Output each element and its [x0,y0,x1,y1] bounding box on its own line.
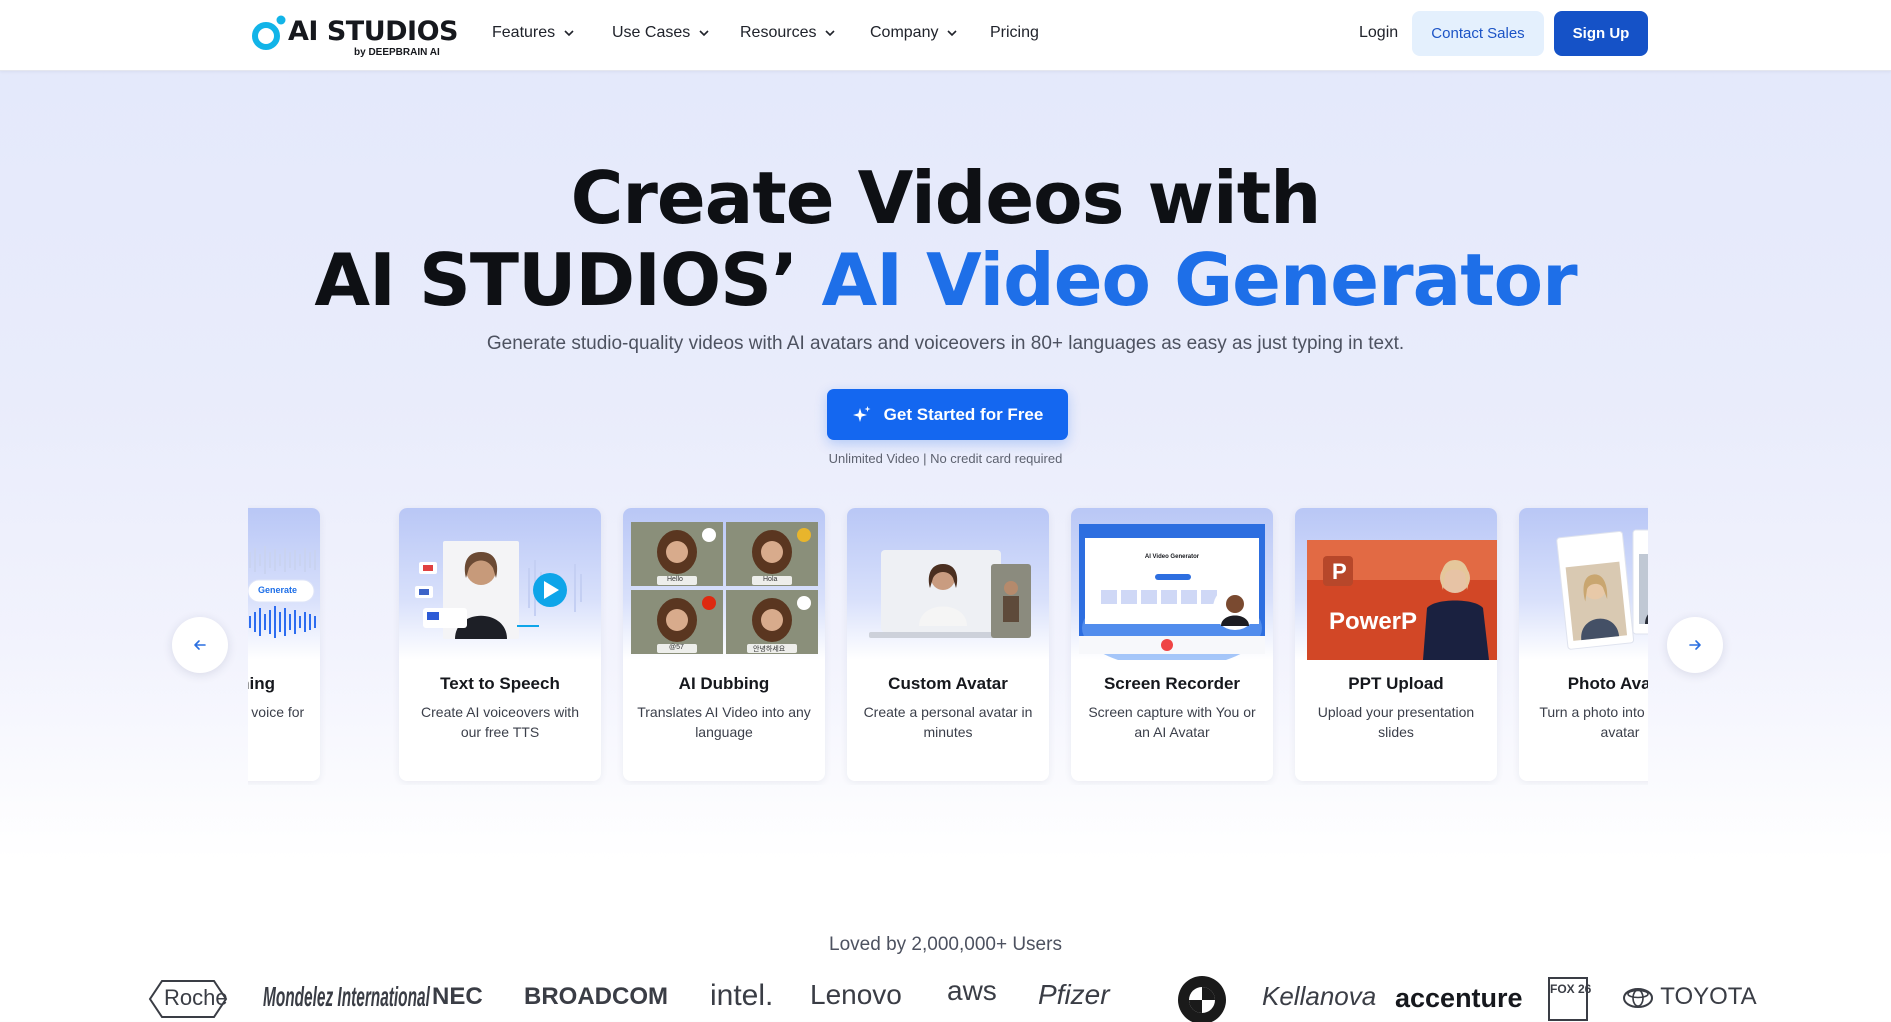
feature-carousel: Generate Voice Cloning Clone your own AI… [248,505,1648,785]
hero-title-line1: Create Videos with [570,156,1322,240]
sign-up-button[interactable]: Sign Up [1554,11,1648,56]
logo-mark-icon [252,15,286,50]
sparkle-icon [852,405,871,422]
feature-card-ai-dubbing[interactable]: Hello Hola @57 안녕하세요 AI Dubbing Translat… [623,508,825,781]
carousel-next-button[interactable] [1667,617,1723,673]
nav-item-label: Use Cases [612,24,691,41]
screen-recorder-image: AI Video Generator [1071,508,1273,668]
powerpoint-text: PowerP [1329,608,1418,635]
card-description: Screen capture with You or an AI Avatar [1088,704,1256,740]
card-title: AI Dubbing [678,674,770,693]
get-started-label: Get Started for Free [883,404,1044,424]
get-started-button[interactable]: Get Started for Free [827,389,1068,440]
nav-item-features[interactable]: Features [492,24,575,42]
card-title: Screen Recorder [1103,674,1241,693]
broadcom-logo: BROADCOM [524,983,668,1010]
ai-studios-logo[interactable]: AI STUDIOS by DEEPBRAIN AI [250,10,459,60]
nav-item-label: Company [870,24,939,41]
card-description: Translates AI Video into any language [637,704,811,740]
feature-card-text-to-speech[interactable]: Text to Speech Create AI voiceovers with… [399,508,601,781]
logo-text: AI STUDIOS [288,16,459,47]
kellanova-logo: Kellanova [1262,981,1377,1011]
card-description: Upload your presentation slides [1317,704,1475,740]
nav-item-label: Pricing [990,24,1039,41]
chevron-down-icon [564,30,574,37]
mondelez-logo: Mondelez International [263,981,430,1012]
nav-item-label: Features [492,24,556,41]
hero-subtitle: Generate studio-quality videos with AI a… [486,333,1405,354]
screen-recorder-heading-text: AI Video Generator [1144,554,1200,560]
card-description: Create a personal avatar in minutes [863,704,1033,740]
card-title: Custom Avatar [888,674,1008,693]
feature-card-screen-recorder[interactable]: AI Video Generator Screen Recorder Scree… [1071,508,1273,781]
hero-title-line2: AI STUDIOS’ AI Video Generator [0,238,1891,322]
hero-title-accent: AI Video Generator [821,238,1577,322]
pfizer-logo: Pfizer [1038,979,1110,1010]
contact-sales-button[interactable]: Contact Sales [1412,11,1544,56]
card-description: Clone your own AI voice for TTS [248,704,305,720]
ppt-letter-p: P [1332,559,1347,584]
cta-note: Unlimited Video | No credit card require… [828,451,1063,466]
voice-cloning-image: Generate [248,508,320,660]
arrow-left-icon [194,640,206,650]
chevron-down-icon [947,30,958,37]
card-description: Create AI voiceovers with our free TTS [421,704,579,740]
nav-item-use-cases[interactable]: Use Cases [612,24,710,42]
customer-logos: Roche Mondelez International NEC BROADCO… [0,975,1891,1022]
card-title: Text to Speech [440,674,560,693]
feature-card-custom-avatar[interactable]: Custom Avatar Create a personal avatar i… [847,508,1049,781]
feature-card-ppt-upload[interactable]: P PowerP PPT Upload Upload your presenta… [1295,508,1497,781]
nav-item-resources[interactable]: Resources [740,24,836,42]
lenovo-logo: Lenovo [810,979,902,1010]
users-count-heading: Loved by 2,000,000+ Users [829,934,1062,955]
photo-avatar-image [1519,508,1648,660]
card-title: PPT Upload [1348,674,1444,693]
custom-avatar-image [847,508,1049,660]
dub-label-korean: 안녕하세요 [753,646,786,653]
chevron-down-icon [699,30,709,37]
dub-label-hola: Hola [763,576,778,583]
waveform-graphic [248,546,316,638]
nec-logo: NEC [432,983,483,1010]
ai-dubbing-image: Hello Hola @57 안녕하세요 [623,508,825,660]
carousel-prev-button[interactable] [172,617,228,673]
text-to-speech-image [399,508,601,660]
intel-logo: intel. [710,979,774,1012]
accenture-logo: accenture [1395,983,1523,1013]
dub-label-number: @57 [669,644,684,651]
nav-item-company[interactable]: Company [870,24,958,42]
dub-label-hello: Hello [667,576,683,583]
nav-item-label: Resources [740,24,817,41]
fox26-logo: FOX 26 [1548,977,1591,1021]
aws-logo: aws [947,975,997,1006]
card-title: Voice Cloning [248,674,276,693]
login-link[interactable]: Login [1359,24,1398,42]
roche-logo: Roche [148,979,228,1022]
feature-card-voice-cloning[interactable]: Generate Voice Cloning Clone your own AI… [248,508,320,781]
hero-title-prefix: AI STUDIOS’ [314,238,798,322]
top-navigation: AI STUDIOS by DEEPBRAIN AI Features Use … [0,0,1891,71]
bmw-logo [1176,975,1228,1022]
logo-subtext: by DEEPBRAIN AI [354,47,440,58]
arrow-right-icon [1689,640,1701,650]
toyota-emblem-icon [1623,987,1653,1008]
feature-card-photo-avatar[interactable]: Photo Avatar Turn a photo into a talking… [1519,508,1648,781]
ppt-upload-image: P PowerP [1295,508,1497,660]
card-title: Photo Avatar [1567,674,1648,693]
card-description: Turn a photo into a talking avatar [1539,704,1648,740]
generate-chip-text: Generate [258,585,298,595]
toyota-logo: TOYOTA [1622,983,1757,1011]
chevron-down-icon [825,30,836,37]
nav-item-pricing[interactable]: Pricing [990,24,1039,42]
